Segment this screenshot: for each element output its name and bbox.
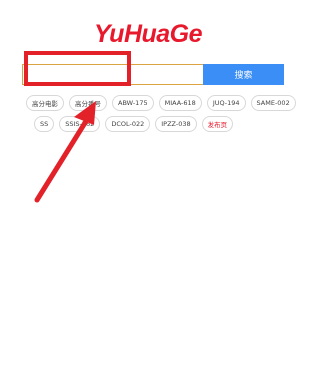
tag-row-1: 高分电影 高分番号 ABW-175 MIAA-618 JUQ-194 SAME-… [26, 95, 296, 111]
search-bar: 搜索 [22, 64, 284, 85]
site-logo[interactable]: YuHuaGe [0, 20, 296, 49]
hot-tags: 高分电影 高分番号 ABW-175 MIAA-618 JUQ-194 SAME-… [26, 95, 296, 137]
tag-juq-194[interactable]: JUQ-194 [206, 95, 246, 111]
tag-publish-page[interactable]: 发布页 [201, 116, 234, 132]
annotation-arrow [34, 101, 96, 203]
tag-row-2: SS SSIS-262 DCOL-022 IPZZ-038 发布页 [26, 116, 288, 132]
tag-miaa-618[interactable]: MIAA-618 [158, 95, 202, 111]
tag-same-002[interactable]: SAME-002 [250, 95, 296, 111]
tag-ssis-262[interactable]: SSIS-262 [59, 116, 101, 132]
tag-ipzz-038[interactable]: IPZZ-038 [155, 116, 197, 132]
tag-high-score-movies[interactable]: 高分电影 [26, 95, 64, 111]
tag-abw-175[interactable]: ABW-175 [112, 95, 154, 111]
search-input[interactable] [22, 64, 203, 85]
page: YuHuaGe 搜索 高分电影 高分番号 ABW-175 MIAA-618 JU… [0, 0, 296, 382]
search-button[interactable]: 搜索 [203, 64, 284, 85]
tag-ss-partial[interactable]: SS [34, 116, 55, 132]
tag-dcol-022[interactable]: DCOL-022 [105, 116, 151, 132]
tag-high-score-codes[interactable]: 高分番号 [69, 95, 107, 111]
